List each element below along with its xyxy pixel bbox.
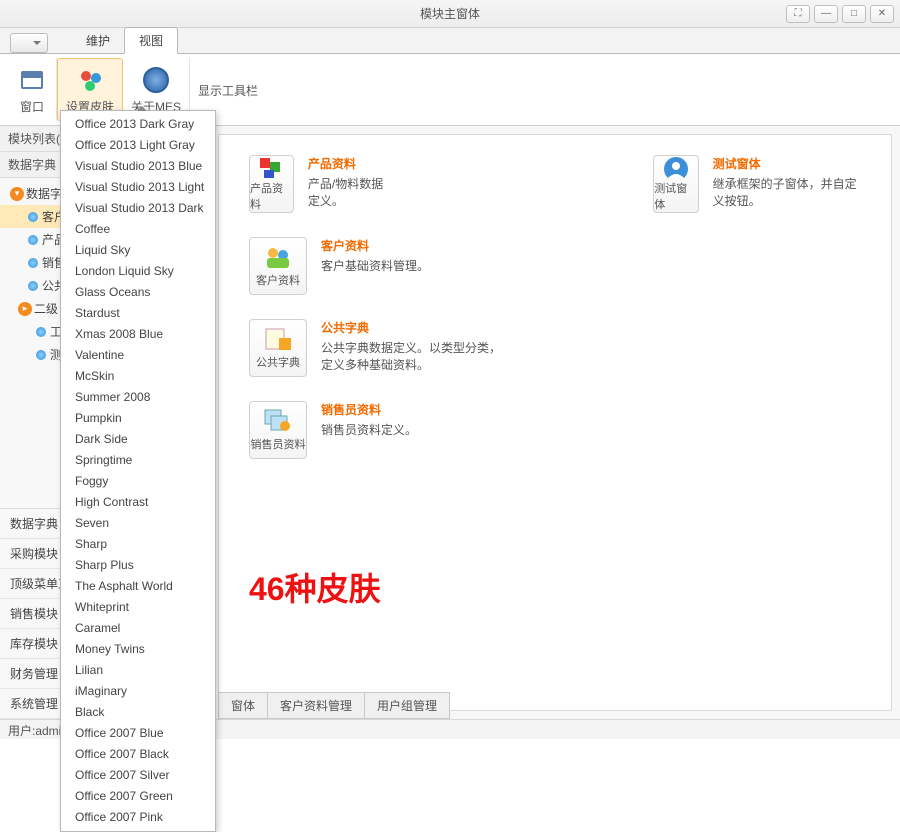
btab-form[interactable]: 窗体: [218, 692, 268, 719]
close-icon[interactable]: ✕: [870, 5, 894, 23]
windows-user-icon: [263, 408, 293, 434]
cubes-icon: [256, 156, 286, 178]
skin-option[interactable]: McSkin: [61, 366, 215, 387]
skin-option[interactable]: Glass Oceans: [61, 282, 215, 303]
skin-option[interactable]: Whiteprint: [61, 597, 215, 618]
skin-option[interactable]: Office 2013 Dark Gray: [61, 114, 215, 135]
skin-option[interactable]: London Liquid Sky: [61, 261, 215, 282]
card-dict-button[interactable]: 公共字典: [249, 319, 307, 377]
skin-option[interactable]: Office 2007 Pink: [61, 807, 215, 828]
skin-option[interactable]: Money Twins: [61, 639, 215, 660]
bottom-tabs: 窗体 客户资料管理 用户组管理: [218, 692, 449, 719]
skin-option[interactable]: Summer 2008: [61, 387, 215, 408]
skin-option[interactable]: Office 2007 Black: [61, 744, 215, 765]
content-panel: 产品资料 产品资料产品/物料数据定义。 测试窗体 测试窗体继承框架的子窗体，并自…: [218, 134, 892, 711]
card-test: 测试窗体 测试窗体继承框架的子窗体，并自定义按钮。: [653, 155, 861, 213]
skin-option[interactable]: Seven: [61, 513, 215, 534]
minimize-icon[interactable]: —: [814, 5, 838, 23]
skin-option[interactable]: Coffee: [61, 219, 215, 240]
skin-option[interactable]: Lilian: [61, 660, 215, 681]
annotation-text: 46种皮肤: [249, 564, 381, 610]
tab-view[interactable]: 视图: [124, 27, 178, 54]
card-customer-button[interactable]: 客户资料: [249, 237, 307, 295]
skin-option[interactable]: Dark Side: [61, 429, 215, 450]
skin-option[interactable]: Springtime: [61, 450, 215, 471]
skin-option[interactable]: The Asphalt World: [61, 576, 215, 597]
skin-option[interactable]: Visual Studio 2013 Light: [61, 177, 215, 198]
quick-access-toolbar[interactable]: [10, 33, 48, 53]
skin-option[interactable]: Foggy: [61, 471, 215, 492]
skin-option[interactable]: Office 2007 Silver: [61, 765, 215, 786]
globe-icon: [143, 67, 169, 93]
skin-dropdown[interactable]: Office 2013 Dark GrayOffice 2013 Light G…: [60, 110, 216, 832]
btab-customer[interactable]: 客户资料管理: [267, 692, 365, 719]
card-product: 产品资料 产品资料产品/物料数据定义。: [249, 155, 393, 213]
window-icon: [21, 71, 43, 89]
note-cube-icon: [263, 326, 293, 352]
card-sales: 销售员资料 销售员资料销售员资料定义。: [249, 401, 861, 459]
skin-option[interactable]: Xmas 2008 Blue: [61, 324, 215, 345]
skin-option[interactable]: Sharp Plus: [61, 555, 215, 576]
card-test-button[interactable]: 测试窗体: [653, 155, 698, 213]
users-icon: [263, 244, 293, 270]
palette-icon: [76, 66, 104, 94]
card-sales-button[interactable]: 销售员资料: [249, 401, 307, 459]
skin-option[interactable]: Sharp: [61, 534, 215, 555]
card-product-button[interactable]: 产品资料: [249, 155, 294, 213]
skin-option[interactable]: Pumpkin: [61, 408, 215, 429]
skin-option[interactable]: Visual Studio 2013 Blue: [61, 156, 215, 177]
maximize-icon[interactable]: □: [842, 5, 866, 23]
ribbon-tabs: 维护 视图: [0, 28, 900, 54]
skin-option[interactable]: Caramel: [61, 618, 215, 639]
skin-option[interactable]: Office 2007 Blue: [61, 723, 215, 744]
skin-option[interactable]: Liquid Sky: [61, 240, 215, 261]
person-circle-icon: [661, 156, 691, 178]
skin-option[interactable]: High Contrast: [61, 492, 215, 513]
tab-maintain[interactable]: 维护: [72, 28, 124, 53]
skin-option[interactable]: Stardust: [61, 303, 215, 324]
restore-icon[interactable]: ⛶: [786, 5, 810, 23]
window-title: 模块主窗体: [420, 5, 480, 22]
btab-usergroup[interactable]: 用户组管理: [364, 692, 450, 719]
skin-option[interactable]: iMaginary: [61, 681, 215, 702]
card-dict: 公共字典 公共字典公共字典数据定义。以类型分类，定义多种基础资料。: [249, 319, 861, 377]
ribbon-window-button[interactable]: 窗口: [8, 58, 57, 121]
skin-option[interactable]: Office 2007 Green: [61, 786, 215, 807]
skin-option[interactable]: Office 2013 Light Gray: [61, 135, 215, 156]
main: 产品资料 产品资料产品/物料数据定义。 测试窗体 测试窗体继承框架的子窗体，并自…: [210, 126, 900, 719]
skin-option[interactable]: Valentine: [61, 345, 215, 366]
skin-option[interactable]: Black: [61, 702, 215, 723]
card-customer: 客户资料 客户资料客户基础资料管理。: [249, 237, 861, 295]
titlebar: 模块主窗体 ⛶ — □ ✕: [0, 0, 900, 28]
skin-option[interactable]: Visual Studio 2013 Dark: [61, 198, 215, 219]
